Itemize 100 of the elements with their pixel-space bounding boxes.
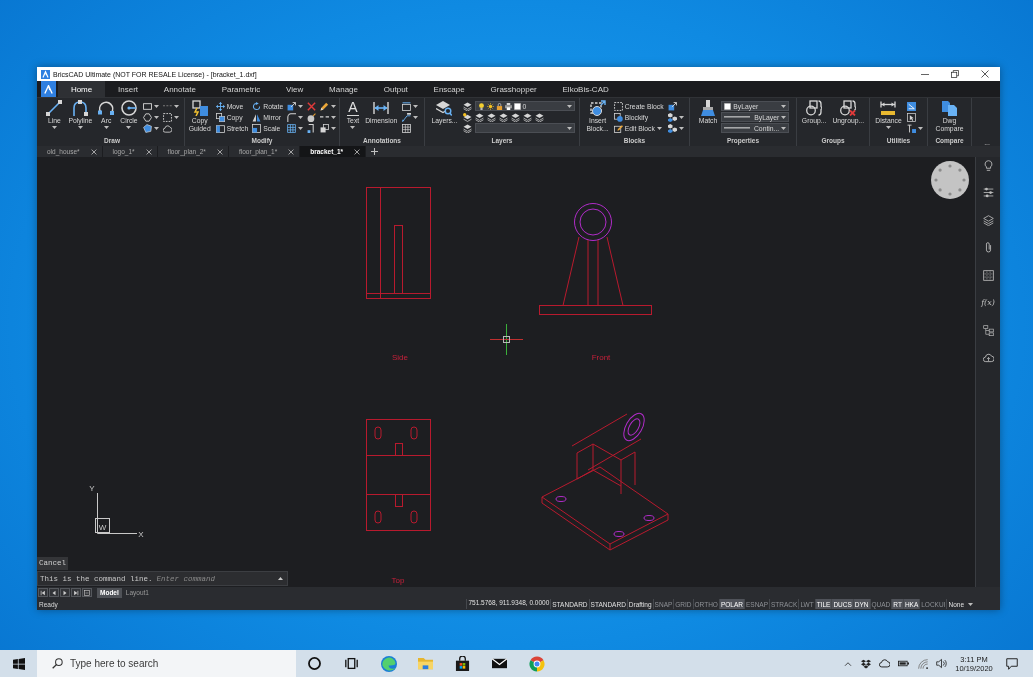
close-icon[interactable] xyxy=(288,148,295,155)
squares-bolt-icon xyxy=(191,100,208,116)
layout-toggle-button[interactable] xyxy=(82,588,92,597)
layers-icon xyxy=(510,112,520,122)
ring-icon xyxy=(308,657,321,670)
speaker-icon xyxy=(936,658,947,669)
ucs-axes-icon xyxy=(95,492,138,534)
shopping-bag-icon xyxy=(455,656,470,671)
cloud-outline-icon xyxy=(879,658,890,669)
ribbon-tab[interactable]: Parametric xyxy=(208,81,274,97)
ribbon-tool-button[interactable] xyxy=(510,112,520,122)
layers-magnifier-icon xyxy=(436,100,453,116)
ribbon-tool-button[interactable] xyxy=(486,112,496,122)
ribbon-tab[interactable]: Enscape xyxy=(420,81,478,97)
line-sample-icon xyxy=(724,116,751,118)
tab-scroll-button[interactable] xyxy=(60,588,70,597)
close-icon[interactable] xyxy=(145,148,152,155)
folder-icon xyxy=(418,656,433,671)
mirror-icon xyxy=(252,112,262,122)
swatch-icon xyxy=(724,102,732,110)
fillet-icon xyxy=(287,112,297,122)
ribbon-tab[interactable]: Manage xyxy=(316,81,371,97)
ribbon-tool-button[interactable] xyxy=(286,101,305,111)
ribbon-tab[interactable]: Annotate xyxy=(150,81,209,97)
bomb-icon xyxy=(307,112,317,122)
sun-icon xyxy=(486,102,494,110)
prev-icon xyxy=(51,589,57,596)
layers-icon xyxy=(462,123,472,133)
ribbon-tool-button[interactable] xyxy=(319,101,338,111)
dropdown-field[interactable] xyxy=(474,123,575,133)
ribbon-tool-button[interactable] xyxy=(141,123,160,133)
broken-line-icon xyxy=(320,116,330,118)
envelope-icon xyxy=(492,656,507,671)
wifi-icon xyxy=(917,658,928,669)
minimize-icon xyxy=(921,73,929,75)
caret-icon[interactable] xyxy=(968,602,973,606)
polygon-icon xyxy=(142,112,152,122)
t-square-icon xyxy=(906,123,916,133)
ribbon-tab[interactable]: View xyxy=(273,81,317,97)
ribbon-tab[interactable]: Output xyxy=(370,81,421,97)
dashed-line-icon xyxy=(162,105,172,107)
search-box[interactable]: Type here to search xyxy=(37,650,296,677)
bracket-icon xyxy=(307,123,317,133)
ribbon-tool-button[interactable] xyxy=(461,101,473,111)
app-menu-button[interactable] xyxy=(41,81,56,97)
caret-icon xyxy=(781,115,787,119)
region-icon xyxy=(142,123,152,133)
grid-icon xyxy=(982,269,994,281)
tab-scroll-button[interactable] xyxy=(71,588,81,597)
hexagons-icon xyxy=(667,112,677,122)
ribbon-tool-button[interactable] xyxy=(474,112,484,122)
square-circle-icon xyxy=(613,112,623,122)
ribbon-tool-button[interactable] xyxy=(141,101,160,111)
ribbon-tab[interactable]: Grasshopper xyxy=(477,81,550,97)
documents-icon xyxy=(941,100,958,116)
ribbon-tool-button[interactable] xyxy=(319,123,338,133)
first-icon xyxy=(40,589,46,596)
ribbon-tool-button[interactable] xyxy=(401,101,420,111)
square-pencil-icon xyxy=(613,123,623,133)
ribbon-tab[interactable]: ElkoBis-CAD xyxy=(549,81,622,97)
ribbon-tool-button[interactable] xyxy=(905,123,924,133)
layers-icon xyxy=(486,112,496,122)
ribbon-tab[interactable]: Home xyxy=(58,81,106,97)
table-icon xyxy=(402,123,412,133)
ribbon-tool-button[interactable] xyxy=(306,112,318,122)
ribbon-tool-button[interactable] xyxy=(401,112,420,122)
ribbon-tool-button[interactable] xyxy=(461,112,473,122)
leader-arrow-icon xyxy=(402,112,412,122)
ribbon-tool-button[interactable] xyxy=(286,123,305,133)
ribbon-tool-button[interactable] xyxy=(286,112,305,122)
caret-icon xyxy=(566,104,572,108)
ribbon-tool-button[interactable] xyxy=(522,112,532,122)
search-input[interactable]: Type here to search xyxy=(70,656,270,671)
close-icon[interactable] xyxy=(216,148,223,155)
caret-icon xyxy=(781,126,787,130)
tab-scroll-button[interactable] xyxy=(38,588,48,597)
layers-icon xyxy=(474,112,484,122)
side-panel-button[interactable]: f(x) xyxy=(978,294,998,311)
caret-up-icon[interactable] xyxy=(278,577,283,580)
restore-icon xyxy=(951,70,959,78)
ribbon-tool-button[interactable] xyxy=(666,123,685,133)
ribbon-tool-button[interactable] xyxy=(461,123,473,133)
close-icon[interactable] xyxy=(354,148,361,155)
overlapping-squares-icon xyxy=(320,123,330,133)
close-icon[interactable] xyxy=(90,148,97,155)
tab-scroll-button[interactable] xyxy=(49,588,59,597)
layers-icon xyxy=(498,112,508,122)
plus-icon[interactable] xyxy=(371,148,379,155)
ribbon-tool-button[interactable] xyxy=(141,112,160,122)
arc-icon xyxy=(98,100,115,116)
ribbon-tool-button[interactable] xyxy=(498,112,508,122)
paintbrush-icon xyxy=(700,100,716,116)
chrome-logo-icon xyxy=(528,655,545,672)
ribbon-tab[interactable]: Insert xyxy=(105,81,151,97)
bulb-outline-icon xyxy=(982,159,994,171)
ribbon-tool-button[interactable] xyxy=(666,112,685,122)
ribbon-tool-button[interactable] xyxy=(534,112,544,122)
navigation-wheel[interactable] xyxy=(931,161,969,199)
ribbon-tool-button[interactable] xyxy=(161,112,180,122)
layers-icon xyxy=(462,101,472,111)
